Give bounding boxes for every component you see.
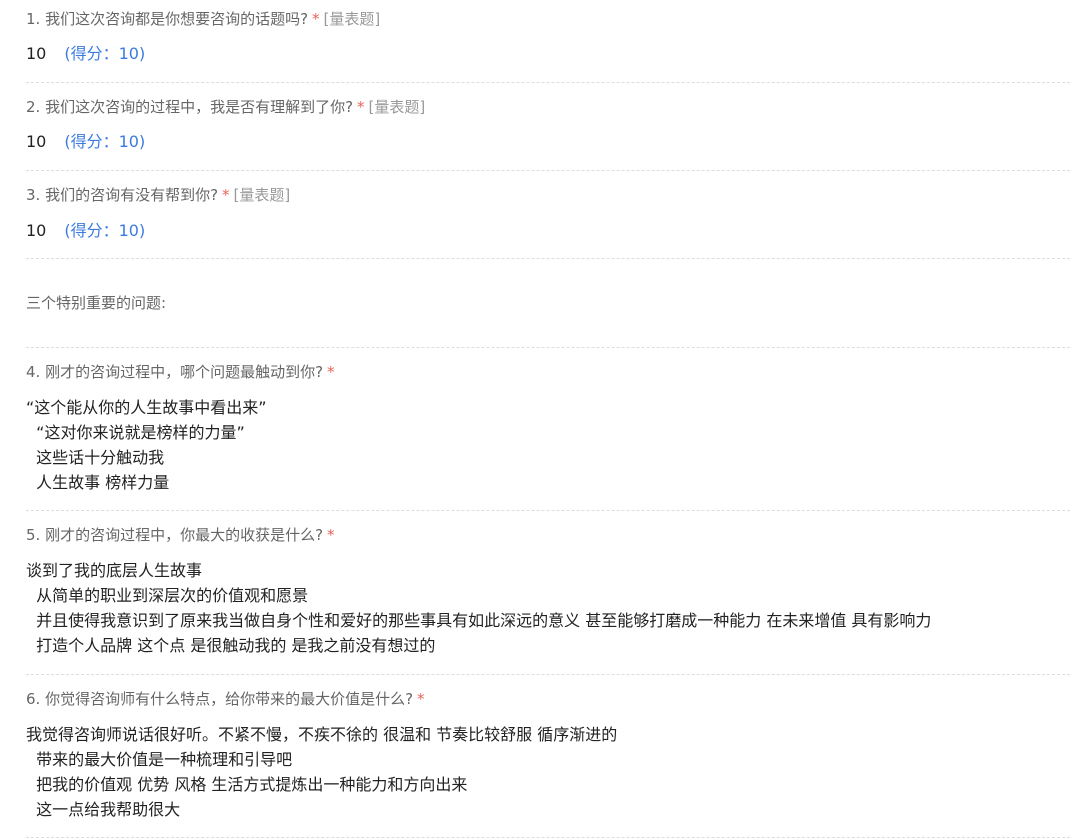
answer-line: 我觉得咨询师说话很好听。不紧不慢，不疾不徐的 很温和 节奏比较舒服 循序渐进的 (26, 725, 618, 744)
answer-line: 这些话十分触动我 (26, 448, 165, 467)
answer-line: 带来的最大价值是一种梳理和引导吧 (26, 750, 293, 769)
section-title: 三个特别重要的问题: (26, 294, 167, 312)
answer-line: 把我的价值观 优势 风格 生活方式提炼出一种能力和方向出来 (26, 775, 468, 794)
question-title-text: 5. 刚才的咨询过程中，你最大的收获是什么? (26, 526, 324, 544)
answer-value: 10 (26, 221, 47, 240)
question-title: 4. 刚才的咨询过程中，哪个问题最触动到你? * (26, 362, 335, 382)
question-title: 3. 我们的咨询有没有帮到你? * [量表题] (26, 185, 290, 205)
answer-line: 从简单的职业到深层次的价值观和愿景 (26, 586, 309, 605)
question-title-text: 2. 我们这次咨询的过程中，我是否有理解到了你? (26, 98, 354, 116)
question-title-text: 1. 我们这次咨询都是你想要咨询的话题吗? (26, 10, 309, 28)
question-type-tag: [量表题] (368, 98, 426, 116)
text-answer: 我觉得咨询师说话很好听。不紧不慢，不疾不徐的 很温和 节奏比较舒服 循序渐进的 … (26, 722, 617, 822)
question-title: 2. 我们这次咨询的过程中，我是否有理解到了你? * [量表题] (26, 97, 425, 117)
section-block: 三个特别重要的问题: (26, 259, 1070, 348)
answer-line: 谈到了我的底层人生故事 (26, 561, 203, 580)
required-mark: * (357, 98, 365, 116)
question-block-6: 6. 你觉得咨询师有什么特点，给你带来的最大价值是什么? * 我觉得咨询师说话很好… (26, 675, 1070, 838)
required-mark: * (312, 10, 320, 28)
score-label: (得分：10) (64, 132, 146, 151)
answer-row: 10 (得分：10) (26, 221, 145, 241)
required-mark: * (327, 526, 335, 544)
text-answer: “这个能从你的人生故事中看出来” “这对你来说就是榜样的力量” 这些话十分触动我… (26, 395, 267, 495)
answer-line: 人生故事 榜样力量 (26, 473, 170, 492)
answer-row: 10 (得分：10) (26, 44, 145, 64)
required-mark: * (327, 363, 335, 381)
answer-line: 打造个人品牌 这个点 是很触动我的 是我之前没有想过的 (26, 636, 436, 655)
required-mark: * (417, 690, 425, 708)
answer-row: 10 (得分：10) (26, 132, 145, 152)
score-label: (得分：10) (64, 44, 146, 63)
survey-answers-page: 1. 我们这次咨询都是你想要咨询的话题吗? * [量表题] 10 (得分：10) 2.… (0, 0, 1070, 838)
answer-value: 10 (26, 132, 47, 151)
question-type-tag: [量表题] (233, 186, 291, 204)
answer-line: “这对你来说就是榜样的力量” (26, 423, 245, 442)
question-title: 1. 我们这次咨询都是你想要咨询的话题吗? * [量表题] (26, 9, 380, 29)
question-title-text: 3. 我们的咨询有没有帮到你? (26, 186, 219, 204)
question-block-3: 3. 我们的咨询有没有帮到你? * [量表题] 10 (得分：10) (26, 171, 1070, 259)
required-mark: * (222, 186, 230, 204)
question-block-1: 1. 我们这次咨询都是你想要咨询的话题吗? * [量表题] 10 (得分：10) (26, 0, 1070, 83)
answer-value: 10 (26, 44, 47, 63)
question-title: 5. 刚才的咨询过程中，你最大的收获是什么? * (26, 525, 335, 545)
question-block-4: 4. 刚才的咨询过程中，哪个问题最触动到你? * “这个能从你的人生故事中看出来”… (26, 348, 1070, 511)
question-block-2: 2. 我们这次咨询的过程中，我是否有理解到了你? * [量表题] 10 (得分：10) (26, 83, 1070, 171)
question-type-tag: [量表题] (323, 10, 381, 28)
text-answer: 谈到了我的底层人生故事 从简单的职业到深层次的价值观和愿景 并且使得我意识到了原… (26, 558, 931, 658)
answer-line: 并且使得我意识到了原来我当做自身个性和爱好的那些事具有如此深远的意义 甚至能够打… (26, 611, 932, 630)
question-title-text: 6. 你觉得咨询师有什么特点，给你带来的最大价值是什么? (26, 690, 414, 708)
question-title-text: 4. 刚才的咨询过程中，哪个问题最触动到你? (26, 363, 324, 381)
question-block-5: 5. 刚才的咨询过程中，你最大的收获是什么? * 谈到了我的底层人生故事 从简单的… (26, 511, 1070, 675)
question-title: 6. 你觉得咨询师有什么特点，给你带来的最大价值是什么? * (26, 689, 425, 709)
answer-line: 这一点给我帮助很大 (26, 800, 181, 819)
answer-line: “这个能从你的人生故事中看出来” (26, 398, 267, 417)
score-label: (得分：10) (64, 221, 146, 240)
